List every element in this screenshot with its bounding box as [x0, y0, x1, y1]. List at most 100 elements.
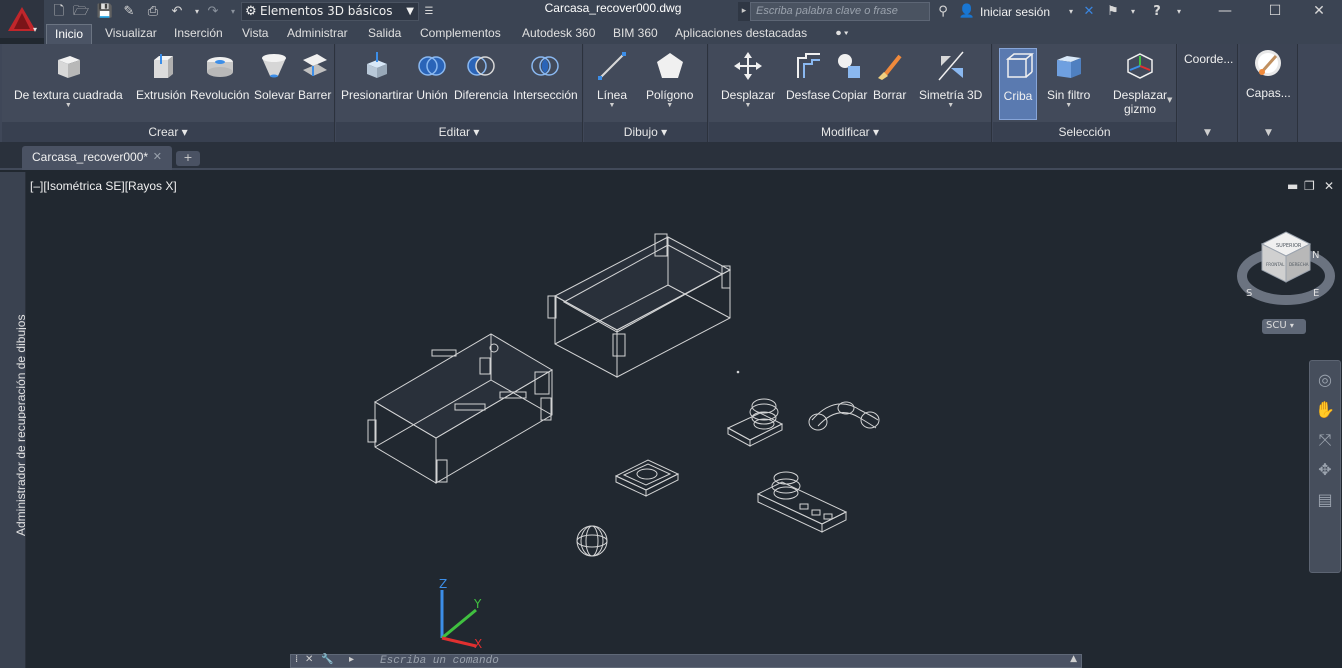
file-tabs-bar: Carcasa_recover000* ✕ + — [0, 142, 1342, 170]
pan-icon[interactable]: ✋ — [1314, 399, 1336, 421]
ribbon-display-toggle-icon[interactable]: ⏺ ▾ — [836, 24, 849, 44]
tool-copy-button[interactable]: Copiar — [832, 50, 867, 102]
steering-wheel-icon[interactable]: ◎ — [1314, 369, 1336, 391]
help-icon[interactable]: ? — [1148, 3, 1166, 21]
chevron-down-icon: ▼ — [1065, 102, 1073, 109]
a360-icon[interactable]: ⚑ — [1104, 3, 1122, 21]
tool-move-gizmo-button[interactable]: Desplazar gizmo — [1113, 50, 1167, 116]
tool-loft-button[interactable]: Solevar — [254, 50, 295, 102]
tool-extrude-button[interactable]: Extrusión — [136, 50, 186, 102]
print-icon[interactable]: ⎙ — [144, 3, 162, 21]
tab-aplicaciones-destacadas[interactable]: Aplicaciones destacadas — [675, 24, 807, 44]
panel-capas: Capas... ▼ — [1240, 44, 1298, 142]
signin-dropdown-icon[interactable]: ▾ — [1062, 3, 1080, 21]
button-knob-model[interactable] — [726, 398, 784, 447]
save-icon[interactable]: 💾 — [96, 3, 114, 21]
ucs-y-label: Y — [473, 597, 482, 611]
command-input[interactable]: Escriba un comando — [380, 654, 499, 668]
tool-revolve-button[interactable]: Revolución — [190, 50, 249, 102]
search-expand-icon[interactable]: ▸ — [738, 2, 750, 21]
application-menu-button[interactable]: ▾ — [0, 0, 44, 38]
tab-complementos[interactable]: Complementos — [420, 24, 501, 44]
sphere-model[interactable] — [576, 525, 608, 557]
elbow-fitting-model[interactable] — [808, 401, 880, 431]
ucs-menu-button[interactable]: SCU ▾ — [1262, 319, 1306, 334]
showmotion-icon[interactable]: ▤ — [1314, 489, 1336, 511]
model-view[interactable]: Z Y X SUPERIOR FRONTAL DERECHA S E N — [26, 172, 1342, 668]
layers-button[interactable]: Capas... — [1246, 48, 1291, 100]
title-bar: ▾ 🗋 🗁 💾 ✎ ⎙ ↶ ▾ ↷ ▾ ⚙ Elementos 3D básic… — [0, 0, 1342, 38]
minimize-button[interactable]: — — [1202, 0, 1248, 24]
panel-title-dibujo[interactable]: Dibujo ▾ — [584, 122, 707, 142]
tool-culling-button[interactable]: Criba — [999, 48, 1037, 120]
presspull-icon — [367, 52, 388, 78]
lid-box-model[interactable] — [547, 233, 732, 378]
connector-plate-model[interactable] — [756, 471, 848, 533]
search-input[interactable]: Escriba palabra clave o frase — [750, 2, 930, 21]
new-file-icon[interactable]: 🗋 — [50, 3, 68, 21]
redo-icon[interactable]: ↷ — [204, 3, 222, 21]
wrench-icon[interactable]: 🔧 — [321, 654, 333, 665]
tab-inicio[interactable]: Inicio — [46, 24, 93, 44]
new-tab-button[interactable]: + — [176, 151, 200, 166]
panel-title-editar[interactable]: Editar ▾ — [336, 122, 582, 142]
autocad-logo-icon: ▾ — [8, 7, 37, 33]
tool-box-button[interactable]: De textura cuadrada ▼ — [14, 50, 123, 110]
tool-erase-button[interactable]: Borrar — [873, 50, 906, 102]
tool-offset-button[interactable]: Desfase — [786, 50, 830, 102]
tool-subtract-button[interactable]: Diferencia — [454, 50, 508, 102]
tool-intersect-button[interactable]: Intersección — [513, 50, 578, 102]
zoom-extents-icon[interactable]: ⤧ — [1314, 429, 1336, 451]
tool-line-button[interactable]: Línea ▼ — [596, 50, 628, 110]
prompt-icon[interactable]: ▸ — [349, 654, 354, 665]
tool-mirror3d-button[interactable]: Simetría 3D ▼ — [919, 50, 982, 110]
maximize-button[interactable]: ☐ — [1252, 0, 1298, 24]
signin-button[interactable]: Iniciar sesión — [980, 3, 1050, 21]
tab-vista[interactable]: Vista — [242, 24, 268, 44]
chevron-down-icon[interactable]: ▼ — [1167, 96, 1172, 104]
square-flange-model[interactable] — [614, 459, 680, 497]
close-icon[interactable]: ✕ — [305, 654, 313, 665]
ribbon-tabs: Inicio Visualizar Inserción Vista Admini… — [44, 24, 1342, 44]
tool-polygon-button[interactable]: Polígono ▼ — [646, 50, 693, 110]
chevron-up-icon[interactable]: ▲ — [1070, 654, 1077, 664]
close-window-button[interactable]: ✕ — [1296, 0, 1342, 24]
tab-bim-360[interactable]: BIM 360 — [613, 24, 658, 44]
tab-salida[interactable]: Salida — [368, 24, 401, 44]
tab-insercion[interactable]: Inserción — [174, 24, 223, 44]
mirror3d-icon — [938, 51, 964, 81]
tab-administrar[interactable]: Administrar — [287, 24, 348, 44]
exchange-apps-icon[interactable]: ✕ — [1080, 3, 1098, 21]
workspace-selector[interactable]: ⚙ Elementos 3D básicos ▼ — [241, 2, 419, 21]
a360-dropdown-icon[interactable]: ▾ — [1124, 3, 1142, 21]
binoculars-icon[interactable]: ⚲ — [934, 3, 952, 21]
orbit-icon[interactable]: ✥ — [1314, 459, 1336, 481]
panel-title-coordenadas[interactable]: Coorde... — [1184, 52, 1233, 66]
panel-title-modificar[interactable]: Modificar ▾ — [709, 122, 991, 142]
tool-nofilter-button[interactable]: Sin filtro ▼ — [1047, 50, 1090, 110]
redo-dropdown-icon[interactable]: ▾ — [224, 3, 242, 21]
tool-union-button[interactable]: Unión — [416, 50, 448, 102]
customize-toolbar-icon[interactable]: ☰ — [420, 3, 438, 21]
tool-move-button[interactable]: Desplazar ▼ — [721, 50, 775, 110]
chevron-down-icon: ▼ — [666, 102, 674, 109]
tool-sweep-button[interactable]: Barrer — [298, 50, 331, 102]
panel-title-crear[interactable]: Crear ▾ — [2, 122, 334, 142]
tab-autodesk-360[interactable]: Autodesk 360 — [522, 24, 595, 44]
panel-title-seleccion[interactable]: Selección — [993, 122, 1176, 142]
housing-box-model[interactable] — [367, 333, 553, 484]
ucs-x-label: X — [474, 637, 482, 651]
save-as-icon[interactable]: ✎ — [120, 3, 138, 21]
tool-presspull-button[interactable]: Presionartirar — [341, 50, 413, 102]
undo-icon[interactable]: ↶ — [168, 3, 186, 21]
tab-visualizar[interactable]: Visualizar — [105, 24, 157, 44]
open-file-icon[interactable]: 🗁 — [72, 3, 90, 21]
chevron-down-icon[interactable]: ▼ — [1240, 128, 1297, 138]
close-icon[interactable]: ✕ — [153, 146, 162, 168]
chevron-down-icon: ▼ — [947, 102, 955, 109]
viewcube[interactable]: SUPERIOR FRONTAL DERECHA S E N — [1237, 231, 1335, 305]
chevron-down-icon[interactable]: ▼ — [1178, 128, 1237, 138]
chevron-down-icon: ▼ — [64, 102, 72, 109]
help-dropdown-icon[interactable]: ▾ — [1170, 3, 1188, 21]
file-tab[interactable]: Carcasa_recover000* ✕ — [22, 146, 172, 170]
